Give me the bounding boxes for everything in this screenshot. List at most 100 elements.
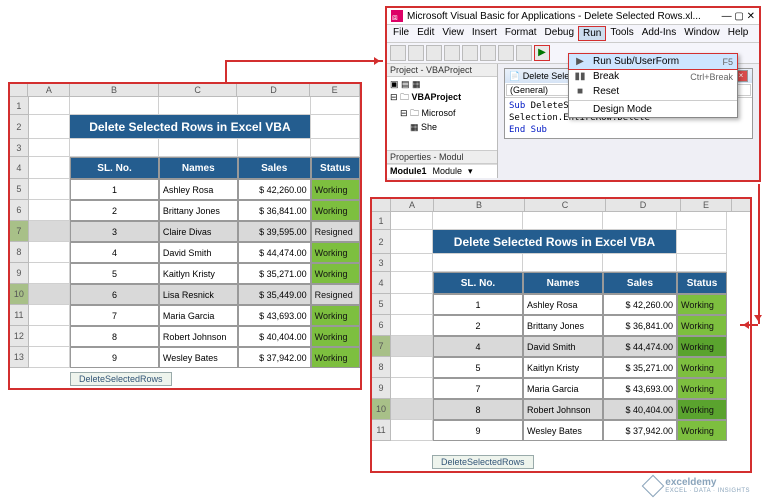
cell-sl[interactable]: 8: [433, 399, 523, 420]
cell-sales[interactable]: $ 40,404.00: [603, 399, 677, 420]
sheet-tab[interactable]: DeleteSelectedRows: [432, 455, 534, 469]
cell-sl[interactable]: 1: [433, 294, 523, 315]
row-header[interactable]: 6: [372, 315, 391, 336]
cell[interactable]: [159, 97, 238, 115]
table-row[interactable]: 84David Smith$ 44,474.00Working: [10, 242, 360, 263]
cell-sales[interactable]: $ 36,841.00: [603, 315, 677, 336]
cell-sales[interactable]: $ 42,260.00: [238, 179, 311, 200]
row-header[interactable]: 5: [372, 294, 391, 315]
cell-sales[interactable]: $ 44,474.00: [603, 336, 677, 357]
cell-status[interactable]: Working: [311, 179, 360, 200]
table-row[interactable]: 139Wesley Bates$ 37,942.00Working: [10, 347, 360, 368]
menu-tools[interactable]: Tools: [606, 26, 637, 41]
undo-icon[interactable]: [498, 45, 514, 61]
cell-name[interactable]: Maria Garcia: [523, 378, 603, 399]
table-row[interactable]: 74David Smith$ 44,474.00Working: [372, 336, 750, 357]
col-header[interactable]: D: [237, 84, 310, 96]
cell-sl[interactable]: 5: [433, 357, 523, 378]
run-menu-item[interactable]: ▶Run Sub/UserFormF5: [568, 53, 738, 70]
row-header[interactable]: 7: [10, 221, 29, 242]
cell-sl[interactable]: 7: [433, 378, 523, 399]
cell-status[interactable]: Working: [311, 200, 360, 221]
cell-name[interactable]: Lisa Resnick: [159, 284, 238, 305]
tree-root[interactable]: VBAProject: [412, 92, 462, 102]
row-header[interactable]: 9: [10, 263, 29, 284]
cell-sl[interactable]: 2: [433, 315, 523, 336]
project-tree[interactable]: ▣ ▤ ▦ ⊟ 🗀 VBAProject ⊟ 🗀 Microsof ▦ She: [387, 77, 497, 150]
row-header[interactable]: 1: [10, 97, 29, 115]
col-header[interactable]: D: [606, 199, 681, 211]
cell-name[interactable]: Maria Garcia: [159, 305, 238, 326]
cell-sales[interactable]: $ 44,474.00: [238, 242, 311, 263]
menu-run[interactable]: Run: [578, 26, 606, 41]
menu-file[interactable]: File: [389, 26, 413, 41]
col-header[interactable]: C: [525, 199, 606, 211]
cell-sales[interactable]: $ 37,942.00: [603, 420, 677, 441]
cell[interactable]: [29, 97, 70, 115]
row-header[interactable]: 2: [10, 115, 29, 139]
cell-status[interactable]: Working: [677, 378, 727, 399]
cell-sales[interactable]: $ 36,841.00: [238, 200, 311, 221]
row-header[interactable]: 4: [372, 272, 391, 294]
cell-sl[interactable]: 7: [70, 305, 159, 326]
row-header[interactable]: 13: [10, 347, 29, 368]
cell-status[interactable]: Working: [677, 399, 727, 420]
cell-name[interactable]: David Smith: [523, 336, 603, 357]
cell-sl[interactable]: 3: [70, 221, 159, 242]
cell-sl[interactable]: 8: [70, 326, 159, 347]
run-menu-item[interactable]: ■Reset: [569, 84, 737, 99]
cell[interactable]: [29, 115, 70, 139]
row-header[interactable]: 4: [10, 157, 29, 179]
table-row[interactable]: 51Ashley Rosa$ 42,260.00Working: [10, 179, 360, 200]
col-header[interactable]: C: [159, 84, 238, 96]
cell-status[interactable]: Working: [311, 326, 360, 347]
cell[interactable]: [523, 254, 603, 272]
run-menu-item[interactable]: ▮▮BreakCtrl+Break: [569, 69, 737, 84]
cell-sl[interactable]: 4: [70, 242, 159, 263]
cell[interactable]: [603, 212, 677, 230]
tree-node-1[interactable]: Microsof: [422, 108, 456, 118]
row-header[interactable]: 10: [372, 399, 391, 420]
row-header[interactable]: 7: [372, 336, 391, 357]
col-header[interactable]: [10, 84, 28, 96]
row-header[interactable]: 11: [372, 420, 391, 441]
table-row[interactable]: 95Kaitlyn Kristy$ 35,271.00Working: [10, 263, 360, 284]
cell-status[interactable]: Working: [311, 242, 360, 263]
cell[interactable]: [677, 212, 727, 230]
row-header[interactable]: 3: [372, 254, 391, 272]
cell[interactable]: [603, 254, 677, 272]
cell-name[interactable]: Brittany Jones: [159, 200, 238, 221]
row-header[interactable]: 3: [10, 139, 29, 157]
row-header[interactable]: 8: [372, 357, 391, 378]
cell-name[interactable]: David Smith: [159, 242, 238, 263]
col-header[interactable]: [372, 199, 391, 211]
table-row[interactable]: 97Maria Garcia$ 43,693.00Working: [372, 378, 750, 399]
row-header[interactable]: 1: [372, 212, 391, 230]
row-header[interactable]: 10: [10, 284, 29, 305]
cell[interactable]: [70, 139, 159, 157]
cell-status[interactable]: Working: [311, 263, 360, 284]
cell-sales[interactable]: $ 39,595.00: [238, 221, 311, 242]
cut-icon[interactable]: [426, 45, 442, 61]
col-header[interactable]: E: [310, 84, 360, 96]
cell-name[interactable]: Kaitlyn Kristy: [159, 263, 238, 284]
cell-status[interactable]: Working: [677, 336, 727, 357]
props-name[interactable]: Module1: [387, 165, 430, 178]
cell-sl[interactable]: 9: [433, 420, 523, 441]
cell-sales[interactable]: $ 42,260.00: [603, 294, 677, 315]
col-header[interactable]: A: [391, 199, 434, 211]
cell-status[interactable]: Resigned: [311, 221, 360, 242]
paste-icon[interactable]: [462, 45, 478, 61]
cell[interactable]: [70, 97, 159, 115]
table-row[interactable]: 62Brittany Jones$ 36,841.00Working: [372, 315, 750, 336]
row-header[interactable]: 5: [10, 179, 29, 200]
col-header[interactable]: A: [28, 84, 70, 96]
cell-sales[interactable]: $ 35,271.00: [603, 357, 677, 378]
save-icon[interactable]: [408, 45, 424, 61]
menu-view[interactable]: View: [438, 26, 468, 41]
sheet-tab[interactable]: DeleteSelectedRows: [70, 372, 172, 386]
cell[interactable]: [391, 254, 433, 272]
cell-name[interactable]: Claire Divas: [159, 221, 238, 242]
cell-name[interactable]: Wesley Bates: [523, 420, 603, 441]
cell-name[interactable]: Kaitlyn Kristy: [523, 357, 603, 378]
